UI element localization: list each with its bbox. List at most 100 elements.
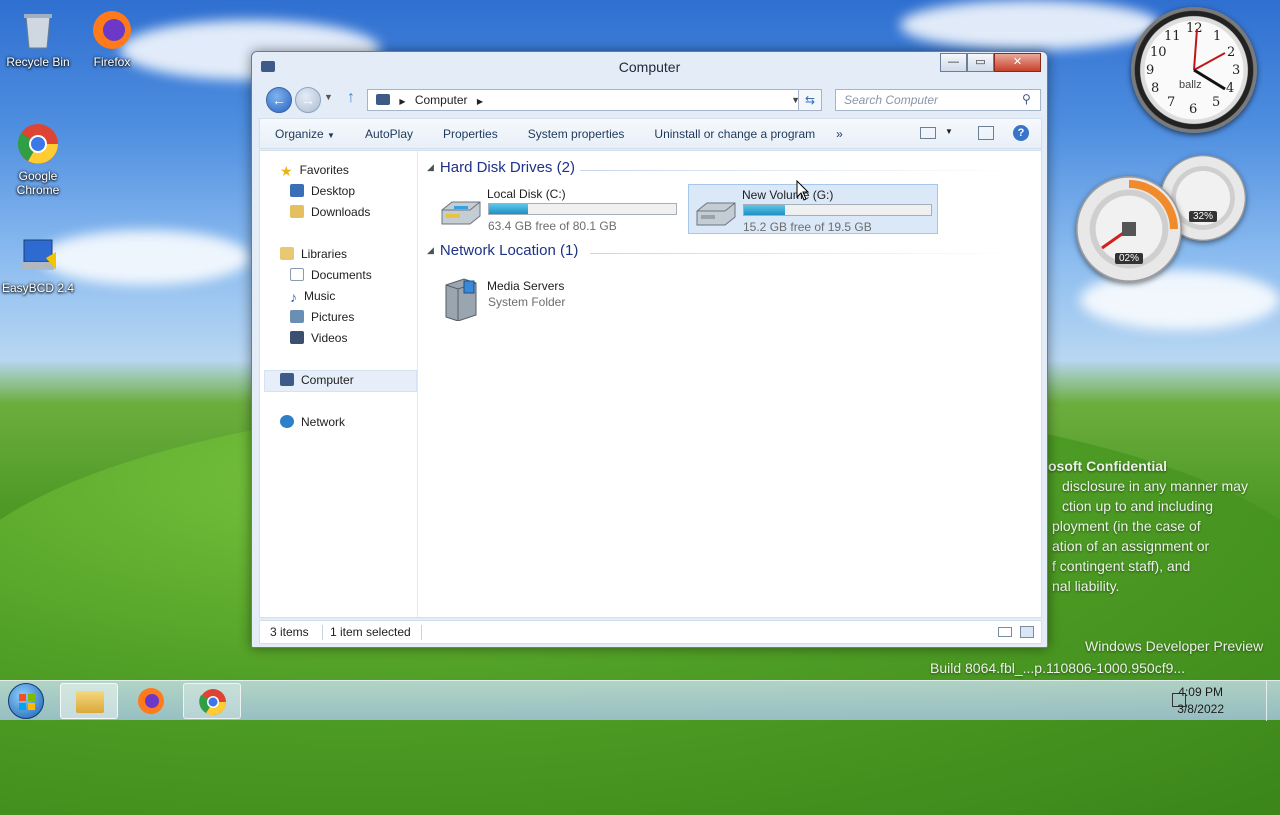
desktop-icon-easybcd[interactable]: EasyBCD 2.4: [0, 234, 76, 295]
drive-usage-bar: [743, 204, 932, 216]
chrome-icon: [16, 122, 60, 166]
recent-pages-chevron-icon[interactable]: ▼: [324, 92, 333, 102]
large-icons-view-icon[interactable]: [1020, 626, 1034, 638]
details-view-icon[interactable]: [998, 627, 1012, 637]
drive-name: Local Disk (C:): [487, 187, 566, 201]
network-item-media-servers[interactable]: Media Servers System Folder: [434, 273, 634, 323]
nav-item-pictures[interactable]: Pictures: [290, 307, 354, 327]
taskbar-explorer-button[interactable]: [60, 683, 118, 719]
downloads-icon: [290, 205, 304, 218]
nav-item-favorites[interactable]: ★ Favorites: [280, 160, 349, 180]
title-bar[interactable]: Computer: [252, 52, 1047, 82]
group-header-hard-disk-drives[interactable]: ◢ Hard Disk Drives (2): [427, 159, 575, 176]
navigation-pane[interactable]: ★ Favorites Desktop Downloads Libraries D…: [260, 151, 418, 617]
nav-item-music[interactable]: ♪ Music: [290, 286, 335, 306]
uninstall-program-button[interactable]: Uninstall or change a program: [639, 127, 830, 141]
nav-label: Desktop: [311, 184, 356, 198]
nav-label: Libraries: [301, 247, 348, 261]
taskbar-chrome-button[interactable]: [183, 683, 241, 719]
drive-local-disk-c[interactable]: Local Disk (C:) 63.4 GB free of 80.1 GB: [434, 184, 684, 234]
watermark-line: ployment (in the case of: [1052, 518, 1201, 534]
change-view-icon[interactable]: [920, 127, 936, 139]
explorer-window[interactable]: Computer — ▭ ✕ ← → ▼ ↑ ▶ Computer ▶ ▼ ⇆ …: [251, 51, 1048, 648]
videos-icon: [290, 331, 304, 344]
chrome-icon: [199, 689, 227, 716]
drive-usage-fill: [744, 205, 786, 215]
desktop-icon-label: Recycle Bin: [6, 55, 70, 69]
nav-item-computer[interactable]: Computer: [280, 370, 354, 390]
desktop-icon-firefox[interactable]: Firefox: [74, 8, 150, 69]
start-button[interactable]: [8, 683, 44, 719]
watermark-line: nal liability.: [1052, 578, 1120, 594]
drive-name: New Volume (G:): [742, 188, 834, 202]
breadcrumb-computer[interactable]: Computer: [415, 93, 468, 107]
clock-label: ballz: [1179, 79, 1202, 91]
desktop-icon-chrome[interactable]: Google Chrome: [0, 122, 76, 197]
organize-label: Organize: [275, 126, 324, 141]
system-properties-button[interactable]: System properties: [513, 127, 640, 141]
chevron-down-icon: ▼: [327, 130, 335, 140]
nav-label: Network: [301, 415, 346, 429]
drive-new-volume-g[interactable]: New Volume (G:) 15.2 GB free of 19.5 GB: [688, 184, 938, 234]
window-title: Computer: [618, 59, 681, 75]
back-button[interactable]: ←: [266, 87, 292, 113]
network-item-name: Media Servers: [487, 279, 565, 293]
network-icon: [280, 415, 294, 428]
nav-item-downloads[interactable]: Downloads: [290, 202, 370, 222]
close-button[interactable]: ✕: [994, 53, 1041, 72]
nav-label: Documents: [311, 268, 372, 282]
nav-label: Music: [304, 289, 336, 303]
show-desktop-button[interactable]: [1266, 681, 1280, 721]
documents-icon: [290, 268, 304, 281]
address-bar[interactable]: ▶ Computer ▶ ▼: [367, 89, 807, 111]
more-commands-button[interactable]: »: [830, 127, 849, 141]
drive-free-space: 15.2 GB free of 19.5 GB: [743, 220, 872, 234]
firefox-icon: [138, 688, 164, 714]
desktop-icon-label: Google Chrome: [16, 169, 60, 197]
taskbar-firefox-button[interactable]: [122, 683, 180, 719]
nav-label: Downloads: [311, 205, 371, 219]
breadcrumb-chevron-icon[interactable]: ▶: [399, 97, 405, 106]
group-header-network-location[interactable]: ◢ Network Location (1): [427, 242, 578, 259]
organize-button[interactable]: Organize ▼: [260, 127, 350, 141]
clock-gadget[interactable]: 12 1 2 3 4 5 6 7 8 9 10 11 ballz: [1131, 7, 1257, 133]
cpu-percent: 02%: [1114, 253, 1144, 264]
forward-button[interactable]: →: [295, 87, 321, 113]
desktop-icon-recycle-bin[interactable]: Recycle Bin: [0, 8, 76, 69]
drive-usage-bar: [488, 203, 677, 215]
refresh-button[interactable]: ⇆: [798, 89, 822, 111]
music-icon: ♪: [290, 289, 297, 305]
maximize-button[interactable]: ▭: [967, 53, 994, 72]
nav-item-libraries[interactable]: Libraries: [280, 244, 347, 264]
clock-hands: [1193, 28, 1226, 91]
cpu-meter-gadget[interactable]: 02%: [1076, 176, 1182, 282]
selection-count: 1 item selected: [330, 625, 411, 639]
view-options-chevron-icon[interactable]: ▼: [945, 127, 953, 136]
preview-pane-icon[interactable]: [978, 126, 994, 140]
autoplay-button[interactable]: AutoPlay: [350, 127, 428, 141]
group-divider: [590, 253, 1020, 254]
search-input[interactable]: Search Computer: [835, 89, 1041, 111]
minimize-button[interactable]: —: [940, 53, 967, 72]
group-divider: [580, 170, 1020, 171]
nav-item-documents[interactable]: Documents: [290, 265, 372, 285]
watermark-line: Build 8064.fbl_...p.110806-1000.950cf9..…: [930, 660, 1186, 676]
properties-button[interactable]: Properties: [428, 127, 513, 141]
group-title: Hard Disk Drives (2): [439, 159, 575, 176]
nav-item-network[interactable]: Network: [280, 412, 345, 432]
hard-drive-icon: [441, 201, 481, 225]
tray-clock[interactable]: 4:09 PM 3/8/2022: [1177, 684, 1224, 718]
nav-item-desktop[interactable]: Desktop: [290, 181, 355, 201]
search-icon[interactable]: ⚲: [1022, 92, 1031, 106]
help-icon[interactable]: ?: [1013, 125, 1029, 141]
nav-item-videos[interactable]: Videos: [290, 328, 347, 348]
status-bar: 3 items 1 item selected: [259, 620, 1042, 644]
watermark-line: Windows Developer Preview: [1085, 638, 1264, 654]
up-arrow-icon[interactable]: ↑: [347, 89, 355, 107]
back-arrow-icon: ←: [272, 92, 286, 108]
watermark-line: ation of an assignment or: [1052, 538, 1210, 554]
breadcrumb-chevron-icon[interactable]: ▶: [477, 97, 483, 106]
cpu-needle: [1101, 180, 1178, 250]
libraries-icon: [280, 247, 294, 260]
nav-label: Favorites: [299, 163, 349, 177]
